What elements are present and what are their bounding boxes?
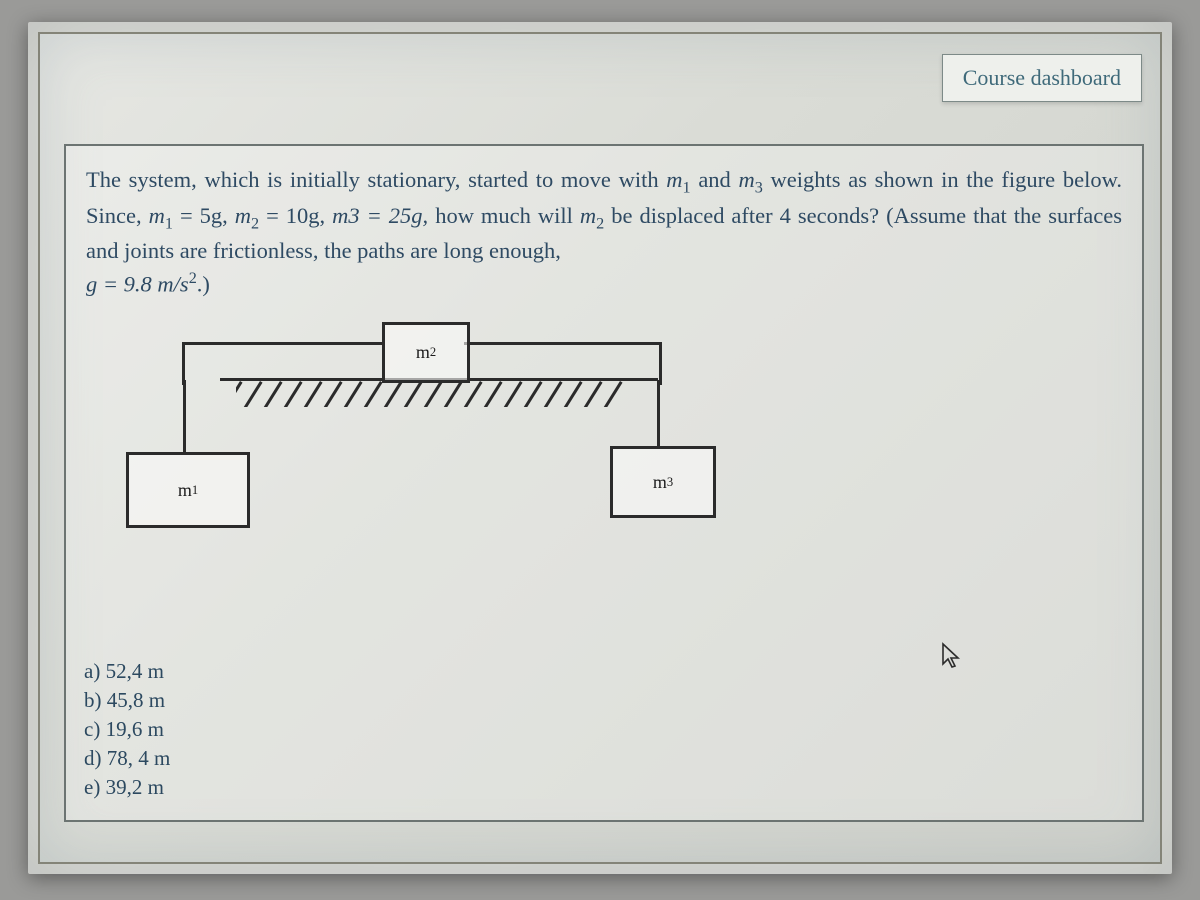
question-container: The system, which is initially stationar… <box>64 144 1144 822</box>
physics-diagram: m2 m1 m3 <box>106 322 706 552</box>
var-m3: m <box>739 167 755 192</box>
mass-label: m <box>653 472 667 493</box>
option-d[interactable]: d) 78, 4 m <box>84 744 170 773</box>
var-m2: m <box>580 203 596 228</box>
option-e[interactable]: e) 39,2 m <box>84 773 170 802</box>
text-segment: = 5g, <box>173 203 235 228</box>
eq-m1: m <box>149 203 165 228</box>
mass-label: m <box>178 480 192 501</box>
mass-m2-box: m2 <box>382 322 470 383</box>
eq-m2: m <box>235 203 251 228</box>
text-segment: and <box>691 167 739 192</box>
option-a[interactable]: a) 52,4 m <box>84 657 170 686</box>
var-m3-sub: 3 <box>755 179 763 197</box>
cord-m1 <box>183 380 186 454</box>
mass-label: m <box>416 342 430 363</box>
mass-m3-box: m3 <box>610 446 716 518</box>
hatch-marks <box>236 381 646 407</box>
text-segment: how much will <box>435 203 580 228</box>
cord-m3 <box>657 380 660 448</box>
var-m1: m <box>666 167 682 192</box>
mass-m1-box: m1 <box>126 452 250 528</box>
course-dashboard-button[interactable]: Course dashboard <box>942 54 1142 102</box>
photo-frame: Course dashboard The system, which is in… <box>28 22 1172 874</box>
question-text: The system, which is initially stationar… <box>86 164 1122 300</box>
text-segment: The system, which is initially stationar… <box>86 167 666 192</box>
answer-options: a) 52,4 m b) 45,8 m c) 19,6 m d) 78, 4 m… <box>84 657 170 802</box>
screen-area: Course dashboard The system, which is in… <box>38 32 1162 864</box>
mass-label-sub: 2 <box>430 345 436 360</box>
mass-label-sub: 3 <box>667 475 673 490</box>
g-sup: 2 <box>189 269 197 287</box>
text-segment: .) <box>197 271 210 296</box>
option-b[interactable]: b) 45,8 m <box>84 686 170 715</box>
var-m1-sub: 1 <box>683 179 691 197</box>
eq-m3: m3 = 25g, <box>332 203 435 228</box>
eq-m1-sub: 1 <box>165 214 173 232</box>
mass-label-sub: 1 <box>192 483 198 498</box>
g-equation: g = 9.8 m/s <box>86 271 189 296</box>
eq-m2-sub: 2 <box>251 214 259 232</box>
option-c[interactable]: c) 19,6 m <box>84 715 170 744</box>
text-segment: = 10g, <box>259 203 332 228</box>
